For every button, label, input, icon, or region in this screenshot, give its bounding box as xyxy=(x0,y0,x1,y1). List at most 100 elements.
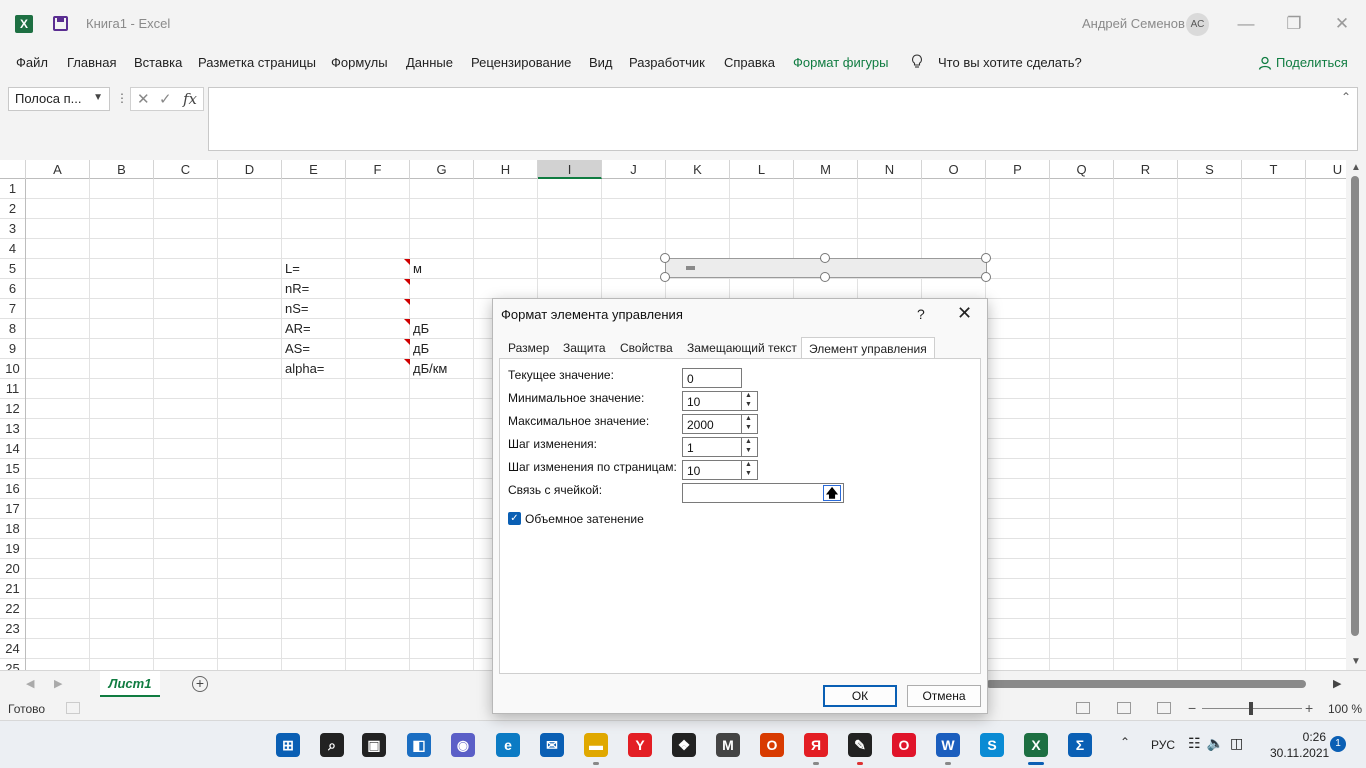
cancel-button[interactable]: Отмена xyxy=(907,685,981,707)
resize-handle[interactable] xyxy=(981,272,991,282)
zoom-level[interactable]: 100 % xyxy=(1328,702,1362,716)
row-header[interactable]: 1 xyxy=(0,179,25,199)
sigma-icon[interactable]: Σ xyxy=(1068,733,1092,757)
cell-text[interactable]: nR= xyxy=(285,281,309,296)
save-icon[interactable] xyxy=(53,16,68,31)
cell-text[interactable]: nS= xyxy=(285,301,309,316)
column-header[interactable]: F xyxy=(346,160,410,179)
scroll-down-icon[interactable]: ▼ xyxy=(1351,656,1361,667)
column-header[interactable]: D xyxy=(218,160,282,179)
app-pen-icon[interactable]: ✎ xyxy=(848,733,872,757)
cell-text[interactable]: AR= xyxy=(285,321,311,336)
column-header[interactable]: J xyxy=(602,160,666,179)
tab-insert[interactable]: Вставка xyxy=(134,55,182,70)
column-header[interactable]: L xyxy=(730,160,794,179)
column-header[interactable]: T xyxy=(1242,160,1306,179)
column-header[interactable]: N xyxy=(858,160,922,179)
zoom-slider-thumb[interactable] xyxy=(1249,702,1253,715)
chat-icon[interactable]: ◉ xyxy=(451,733,475,757)
column-header[interactable]: C xyxy=(154,160,218,179)
tab-help[interactable]: Справка xyxy=(724,55,775,70)
row-header[interactable]: 6 xyxy=(0,279,25,299)
help-icon[interactable]: ? xyxy=(917,306,925,322)
ok-button[interactable]: ОК xyxy=(823,685,897,707)
more-dots-icon[interactable]: ⋮ xyxy=(116,91,128,105)
row-header[interactable]: 21 xyxy=(0,579,25,599)
cell-text[interactable]: alpha= xyxy=(285,361,324,376)
scroll-up-icon[interactable]: ▲ xyxy=(1351,162,1361,173)
mail-icon[interactable]: ✉ xyxy=(540,733,564,757)
row-header[interactable]: 5 xyxy=(0,259,25,279)
column-header[interactable]: B xyxy=(90,160,154,179)
tab-home[interactable]: Главная xyxy=(67,55,116,70)
column-header[interactable]: M xyxy=(794,160,858,179)
scroll-thumb[interactable] xyxy=(686,266,695,270)
row-header[interactable]: 13 xyxy=(0,419,25,439)
opera-icon[interactable]: O xyxy=(892,733,916,757)
row-header[interactable]: 23 xyxy=(0,619,25,639)
insert-function-icon[interactable]: fx xyxy=(183,90,197,108)
comment-marker-icon[interactable] xyxy=(404,299,410,305)
dropbox-icon[interactable]: ❖ xyxy=(672,733,696,757)
start-icon[interactable]: ⊞ xyxy=(276,733,300,757)
skype-icon[interactable]: S xyxy=(980,733,1004,757)
minimize-icon[interactable]: — xyxy=(1234,12,1258,36)
max-value-stepper[interactable] xyxy=(742,414,758,434)
tab-alt-text[interactable]: Замещающий текст xyxy=(680,337,804,359)
min-value-stepper[interactable] xyxy=(742,391,758,411)
avatar[interactable]: АС xyxy=(1186,13,1209,36)
row-header[interactable]: 18 xyxy=(0,519,25,539)
comment-marker-icon[interactable] xyxy=(404,359,410,365)
add-sheet-icon[interactable]: + xyxy=(192,676,208,692)
cancel-icon[interactable]: ✕ xyxy=(137,90,150,108)
resize-handle[interactable] xyxy=(981,253,991,263)
3d-shading-label[interactable]: Объемное затенение xyxy=(525,512,644,526)
row-header[interactable]: 25 xyxy=(0,659,25,670)
select-all-corner[interactable] xyxy=(0,160,26,179)
page-step-stepper[interactable] xyxy=(742,460,758,480)
page-step-input[interactable]: 10 xyxy=(682,460,742,480)
cell-text[interactable]: AS= xyxy=(285,341,310,356)
dialog-close-icon[interactable]: ✕ xyxy=(957,303,972,324)
tab-view[interactable]: Вид xyxy=(589,55,613,70)
column-header[interactable]: E xyxy=(282,160,346,179)
column-header[interactable]: P xyxy=(986,160,1050,179)
row-header[interactable]: 11 xyxy=(0,379,25,399)
name-box[interactable]: Полоса п... ▼ xyxy=(8,87,110,111)
word-icon[interactable]: W xyxy=(936,733,960,757)
tray-status-icons[interactable]: ☷🔈◫ xyxy=(1188,735,1249,752)
row-header[interactable]: 22 xyxy=(0,599,25,619)
column-header[interactable]: K xyxy=(666,160,730,179)
tab-control[interactable]: Элемент управления xyxy=(801,337,935,360)
explorer-icon[interactable]: ▬ xyxy=(584,733,608,757)
vertical-scroll-thumb[interactable] xyxy=(1351,176,1359,636)
share-button[interactable]: Поделиться xyxy=(1258,55,1348,70)
row-header[interactable]: 16 xyxy=(0,479,25,499)
tab-review[interactable]: Рецензирование xyxy=(471,55,571,70)
page-break-view-icon[interactable] xyxy=(1157,702,1171,714)
tray-overflow-icon[interactable]: ⌃ xyxy=(1120,735,1130,749)
sheet-tab[interactable]: Лист1 xyxy=(100,671,160,697)
yandex-icon[interactable]: Я xyxy=(804,733,828,757)
column-header[interactable]: R xyxy=(1114,160,1178,179)
tab-data[interactable]: Данные xyxy=(406,55,453,70)
row-header[interactable]: 2 xyxy=(0,199,25,219)
row-header[interactable]: 4 xyxy=(0,239,25,259)
office-icon[interactable]: O xyxy=(760,733,784,757)
current-value-input[interactable]: 0 xyxy=(682,368,742,388)
tell-me-search[interactable]: Что вы хотите сделать? xyxy=(938,55,1082,70)
tab-page-layout[interactable]: Разметка страницы xyxy=(198,55,316,70)
3d-shading-checkbox[interactable]: ✓ xyxy=(508,512,521,525)
row-header[interactable]: 10 xyxy=(0,359,25,379)
column-header[interactable]: S xyxy=(1178,160,1242,179)
tab-formulas[interactable]: Формулы xyxy=(331,55,388,70)
tab-developer[interactable]: Разработчик xyxy=(629,55,705,70)
cell-text[interactable]: дБ xyxy=(413,341,429,356)
collapse-dialog-icon[interactable]: 🡅 xyxy=(823,485,841,501)
collapse-formula-icon[interactable]: ⌃ xyxy=(1341,90,1351,104)
horizontal-scroll-thumb[interactable] xyxy=(986,680,1306,688)
cell-text[interactable]: L= xyxy=(285,261,300,276)
resize-handle[interactable] xyxy=(820,253,830,263)
column-header[interactable]: I xyxy=(538,160,602,179)
clock[interactable]: 0:26 30.11.2021 xyxy=(1270,729,1329,761)
